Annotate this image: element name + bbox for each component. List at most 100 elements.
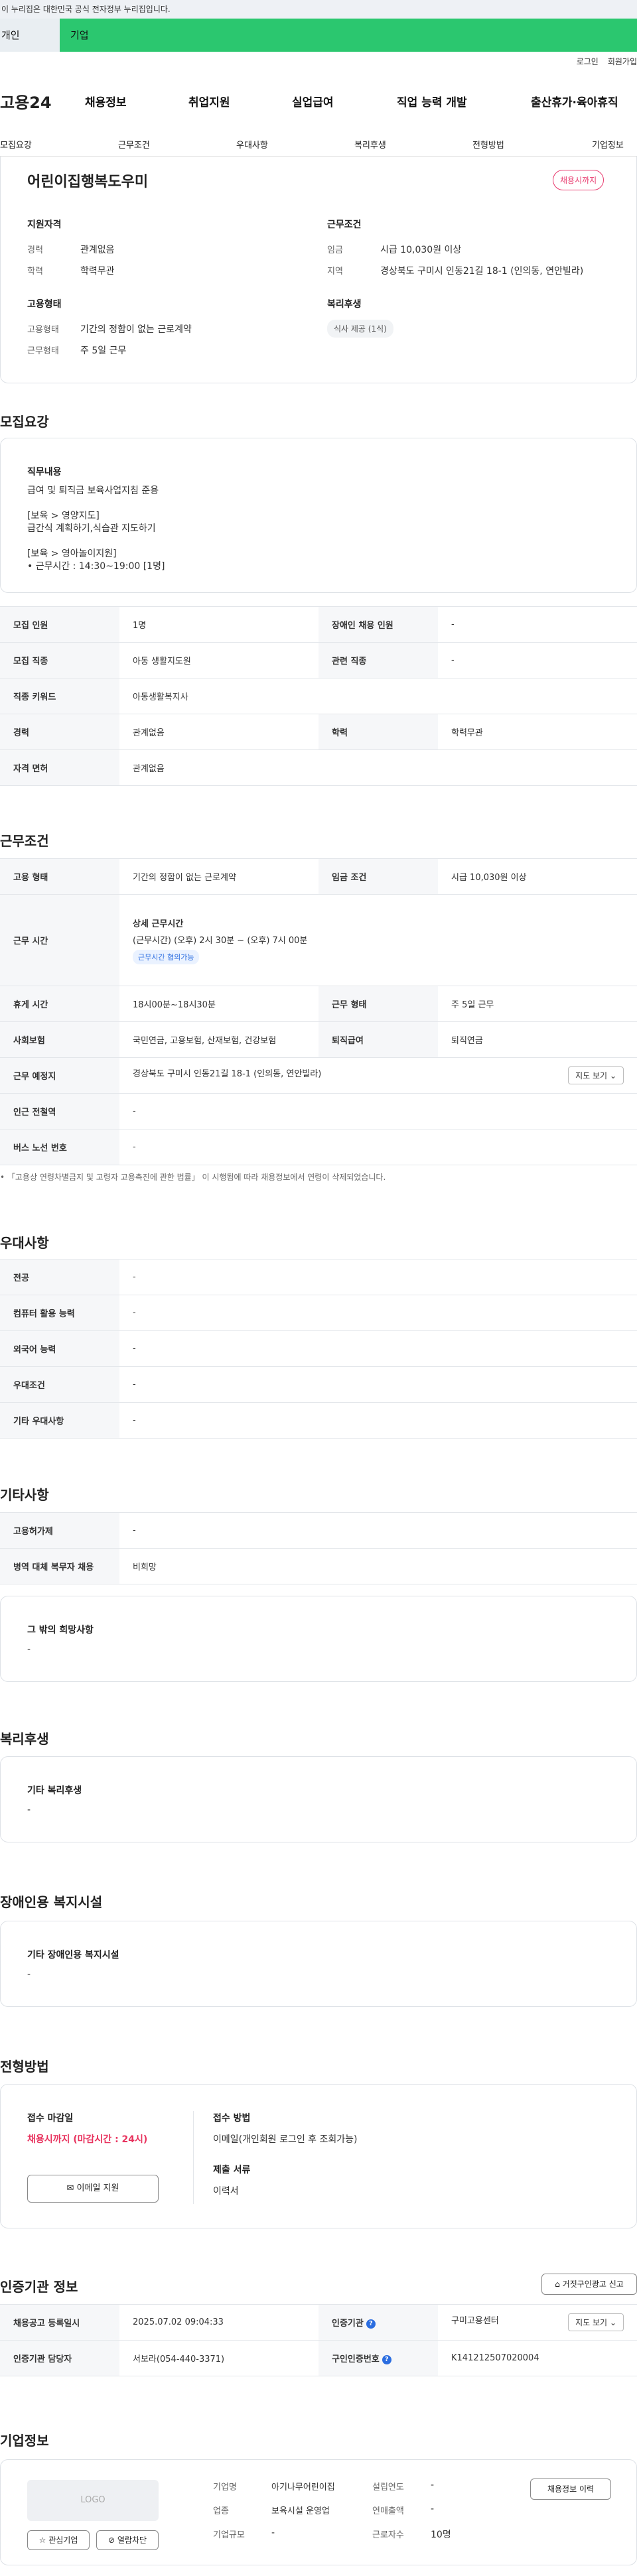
ret-key: 퇴직급여: [318, 1021, 438, 1058]
nav-jobs[interactable]: 채용정보: [85, 93, 127, 109]
name-value: 아기나무어린이집: [271, 2482, 335, 2492]
place-value: 경상북도 구미시 인동21길 18-1 (인의동, 연안빌라): [133, 1069, 322, 1079]
org-cell: 구미고용센터 지도 보기 ⌄: [438, 2304, 637, 2341]
disabled-sub-heading: 기타 장애인용 복지시설: [27, 1950, 119, 1961]
form-key: 근무 형태: [318, 986, 438, 1022]
wage-label: 임금: [327, 245, 343, 255]
size-key: 기업규모: [213, 2530, 245, 2540]
welfare-heading: 복리후생: [327, 299, 362, 310]
edu-key: 학력: [318, 714, 438, 750]
tab-process[interactable]: 전형방법: [472, 138, 504, 151]
sales-key: 연매출액: [372, 2506, 404, 2516]
agency-map-button[interactable]: 지도 보기 ⌄: [568, 2313, 624, 2331]
size-value: -: [271, 2528, 275, 2538]
nav-unemployment[interactable]: 실업급여: [292, 93, 334, 109]
table-row: 병역 대체 복무자 채용 비희망: [0, 1548, 637, 1584]
cell-value: 아동 생활지도원: [119, 642, 318, 678]
table-row: 사회보험 국민연금, 고용보험, 산재보험, 건강보험 퇴직급여 퇴직연금: [0, 1021, 637, 1058]
cell-value: -: [119, 1295, 637, 1331]
keyword-key: 직종 키워드: [0, 678, 119, 714]
tab-welfare[interactable]: 복리후생: [354, 138, 386, 151]
year-value: -: [431, 2480, 435, 2490]
bus-key: 버스 노선 번호: [0, 1129, 119, 1165]
emp-value: 기간의 정함이 없는 근로계약: [119, 858, 318, 895]
table-row: 모집 직종 아동 생활지도원 관련 직종 -: [0, 642, 637, 678]
place-key: 근무 예정지: [0, 1057, 119, 1094]
cell-key: 우대조건: [0, 1366, 119, 1403]
rest-value: 18시00분~18시30분: [119, 986, 318, 1022]
cell-key: 관련 직종: [318, 642, 438, 678]
ins-value: 국민연금, 고용보험, 산재보험, 건강보험: [119, 1021, 318, 1058]
table-row: 휴게 시간 18시00분~18시30분 근무 형태 주 5일 근무: [0, 986, 637, 1022]
deadline-value: 채용시까지 (마감시간 : 24시): [27, 2134, 148, 2145]
wage-value: 시급 10,030원 이상: [438, 858, 637, 895]
career-key: 경력: [0, 714, 119, 750]
qual-heading: 지원자격: [27, 220, 62, 230]
cond-table: 고용 형태 기간의 정함이 없는 근로계약 임금 조건 시급 10,030원 이…: [0, 858, 637, 1165]
docs-heading: 제출 서류: [213, 2165, 251, 2175]
table-row: 인근 전철역 -: [0, 1093, 637, 1129]
emp-count-value: 10명: [431, 2530, 451, 2540]
top-links: 로그인 회원가입: [577, 56, 637, 67]
login-link[interactable]: 로그인: [577, 56, 599, 67]
signup-link[interactable]: 회원가입: [608, 56, 637, 67]
map-button[interactable]: 지도 보기 ⌄: [568, 1066, 624, 1084]
tab-company[interactable]: 기업: [60, 19, 89, 52]
tab-individual[interactable]: 개인: [0, 19, 60, 52]
pref-heading: 우대사항: [0, 1235, 49, 1251]
tab-company-info[interactable]: 기업정보: [592, 138, 624, 151]
agency-map-label: 지도 보기: [575, 2318, 608, 2327]
bus-value: -: [119, 1129, 637, 1165]
reg-key: 채용공고 등록일시: [0, 2304, 119, 2341]
tab-recruit[interactable]: 모집요강: [0, 138, 32, 151]
interest-button[interactable]: ☆ 관심기업: [27, 2530, 90, 2550]
ret-value: 퇴직연금: [438, 1021, 637, 1058]
nav-employment-support[interactable]: 취업지원: [188, 93, 230, 109]
duty-line: • 근무시간 : 14:30~19:00 [1명]: [27, 561, 165, 572]
table-row: 고용허가제 -: [0, 1512, 637, 1549]
station-key: 인근 전철역: [0, 1093, 119, 1129]
sales-value: -: [431, 2504, 435, 2514]
interest-label: 관심기업: [48, 2536, 78, 2545]
duty-line: 급간식 계획하기,식습관 지도하기: [27, 523, 156, 534]
process-heading: 전형방법: [0, 2059, 49, 2075]
emptype-value: 기간의 정함이 없는 근로계약: [80, 324, 192, 335]
block-button[interactable]: ⊘ 열람차단: [96, 2530, 159, 2550]
home-icon: ⌂: [555, 2280, 560, 2289]
report-button[interactable]: ⌂ 거짓구인광고 신고: [541, 2274, 637, 2295]
duty-line: [보육 > 영아놀이지원]: [27, 548, 117, 559]
place-cell: 경상북도 구미시 인동21길 18-1 (인의동, 연안빌라) 지도 보기 ⌄: [119, 1057, 637, 1094]
table-row: 직종 키워드 아동생활복지사: [0, 678, 637, 714]
time-cell: 상세 근무시간 (근무시간) (오후) 2시 30분 ~ (오후) 7시 00분…: [119, 894, 637, 986]
disabled-heading: 장애인용 복지시설: [0, 1894, 103, 1910]
recruit-heading: 모집요강: [0, 414, 49, 430]
tab-conditions[interactable]: 근무조건: [118, 138, 150, 151]
company-logo: LOGO: [27, 2480, 159, 2521]
cell-key: 모집 인원: [0, 606, 119, 643]
nav-training[interactable]: 직업 능력 개발: [397, 93, 467, 109]
tab-preference[interactable]: 우대사항: [236, 138, 268, 151]
star-icon: ☆: [38, 2536, 46, 2545]
mgr-key: 인증기관 담당자: [0, 2340, 119, 2376]
cell-value: -: [438, 642, 637, 678]
welfare-sub-heading: 기타 복리후생: [27, 1785, 82, 1796]
email-apply-button[interactable]: ✉ 이메일 지원: [27, 2175, 159, 2203]
year-key: 설립연도: [372, 2482, 404, 2492]
map-button-label: 지도 보기: [575, 1071, 608, 1080]
site-logo[interactable]: 고용24: [0, 90, 80, 113]
pref-table: 전공 - 컴퓨터 활용 능력 - 외국어 능력 - 우대조건 - 기타 우대사항 -: [0, 1259, 637, 1439]
main-nav: 고용24 채용정보 취업지원 실업급여 직업 능력 개발 출산휴가·육아휴직: [0, 88, 637, 114]
email-apply-label: 이메일 지원: [76, 2183, 119, 2193]
help-icon[interactable]: ?: [382, 2354, 391, 2364]
help-icon[interactable]: ?: [366, 2319, 376, 2329]
nav-leave[interactable]: 출산휴가·육아휴직: [531, 93, 618, 109]
cell-key: 전공: [0, 1259, 119, 1295]
duty-line: [보육 > 영양지도]: [27, 511, 100, 521]
wage-key: 임금 조건: [318, 858, 438, 895]
history-button[interactable]: 채용정보 이력: [530, 2479, 611, 2500]
section-tabs: 모집요강 근무조건 우대사항 복리후생 전형방법 기업정보: [0, 133, 637, 157]
area-value: 경상북도 구미시 인동21길 18-1 (인의동, 연안빌라): [380, 266, 584, 277]
process-box: 접수 마감일 채용시까지 (마감시간 : 24시) ✉ 이메일 지원 접수 방법…: [0, 2084, 637, 2228]
form-value: 주 5일 근무: [438, 986, 637, 1022]
license-value: 관계없음: [119, 749, 637, 786]
